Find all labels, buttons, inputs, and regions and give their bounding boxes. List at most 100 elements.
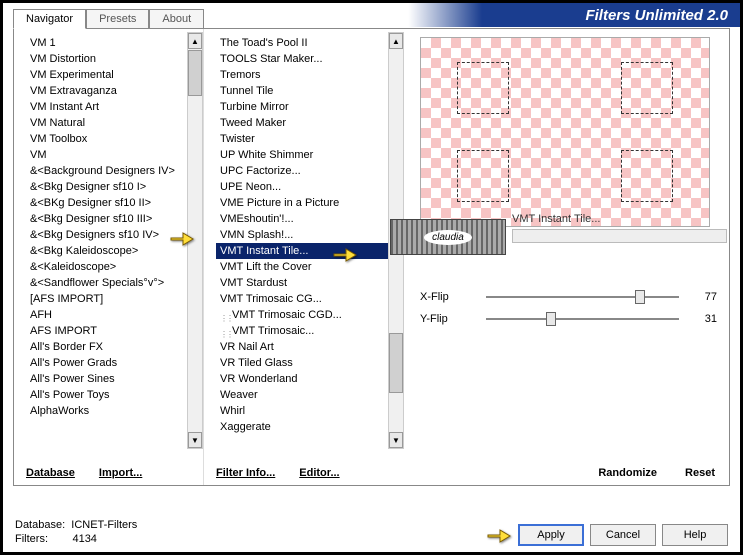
- list-item[interactable]: AFH: [26, 307, 203, 323]
- list-item[interactable]: AFS IMPORT: [26, 323, 203, 339]
- selection-rect: [457, 150, 509, 202]
- pointer-icon: [486, 524, 512, 546]
- list-item[interactable]: VM: [26, 147, 203, 163]
- scroll-up-icon[interactable]: ▲: [389, 33, 403, 49]
- reset-button[interactable]: Reset: [685, 467, 715, 479]
- list-item[interactable]: VMEshoutin'!...: [216, 211, 404, 227]
- list-item[interactable]: VM Extravaganza: [26, 83, 203, 99]
- watermark-text: claudia: [424, 230, 472, 245]
- list-item[interactable]: VM Instant Art: [26, 99, 203, 115]
- slider-track[interactable]: [486, 318, 679, 320]
- category-list[interactable]: VM 1VM DistortionVM ExperimentalVM Extra…: [14, 29, 203, 449]
- apply-button[interactable]: Apply: [518, 524, 584, 546]
- list-item[interactable]: VMT Trimosaic CG...: [216, 291, 404, 307]
- footer-info: Database: ICNET-Filters Filters: 4134: [15, 518, 137, 546]
- slider-value: 31: [689, 313, 717, 325]
- list-item[interactable]: VM Distortion: [26, 51, 203, 67]
- list-item[interactable]: VMT Lift the Cover: [216, 259, 404, 275]
- list-item[interactable]: [AFS IMPORT]: [26, 291, 203, 307]
- preview-area: [420, 37, 710, 227]
- list-item[interactable]: Weaver: [216, 387, 404, 403]
- slider-thumb[interactable]: [635, 290, 645, 304]
- list-item[interactable]: UP White Shimmer: [216, 147, 404, 163]
- list-item[interactable]: Twister: [216, 131, 404, 147]
- current-filter-label: VMT Instant Tile...: [512, 213, 600, 225]
- list-item[interactable]: VMN Splash!...: [216, 227, 404, 243]
- watermark-strip: claudia: [390, 219, 506, 255]
- tab-about[interactable]: About: [149, 9, 204, 28]
- filter-column: The Toad's Pool IITOOLS Star Maker...Tre…: [204, 29, 404, 485]
- list-item[interactable]: Tunnel Tile: [216, 83, 404, 99]
- slider-track[interactable]: [486, 296, 679, 298]
- filters-count-value: 4134: [72, 533, 96, 545]
- list-item[interactable]: UPE Neon...: [216, 179, 404, 195]
- list-item[interactable]: &<Sandflower Specials°v°>: [26, 275, 203, 291]
- category-scrollbar[interactable]: ▲ ▼: [187, 32, 203, 449]
- list-item[interactable]: UPC Factorize...: [216, 163, 404, 179]
- slider-area: X-Flip77 Y-Flip 31: [420, 291, 717, 325]
- import-button[interactable]: Import...: [99, 467, 142, 479]
- slider-row: X-Flip77: [420, 291, 717, 303]
- list-item[interactable]: &<BKg Designer sf10 II>: [26, 195, 203, 211]
- list-item[interactable]: &<Kaleidoscope>: [26, 259, 203, 275]
- list-item[interactable]: VMT Stardust: [216, 275, 404, 291]
- list-item[interactable]: VME Picture in a Picture: [216, 195, 404, 211]
- list-item[interactable]: VM 1: [26, 35, 203, 51]
- footer: Database: ICNET-Filters Filters: 4134 Ap…: [15, 518, 728, 546]
- navigator-panel: VM 1VM DistortionVM ExperimentalVM Extra…: [13, 28, 730, 486]
- editor-button[interactable]: Editor...: [299, 467, 339, 479]
- db-label: Database:: [15, 519, 65, 531]
- selection-rect: [621, 150, 673, 202]
- list-item[interactable]: VMT Instant Tile...: [216, 243, 404, 259]
- scroll-thumb[interactable]: [188, 50, 202, 96]
- drag-icon: [220, 326, 230, 336]
- scroll-thumb[interactable]: [389, 333, 403, 393]
- randomize-button[interactable]: Randomize: [598, 467, 657, 479]
- list-item[interactable]: AlphaWorks: [26, 403, 203, 419]
- list-item[interactable]: &<Background Designers IV>: [26, 163, 203, 179]
- list-item[interactable]: VMT Trimosaic CGD...: [216, 307, 404, 323]
- scroll-down-icon[interactable]: ▼: [188, 432, 202, 448]
- help-button[interactable]: Help: [662, 524, 728, 546]
- tab-strip: Navigator Presets About: [13, 9, 740, 28]
- selection-rect: [621, 62, 673, 114]
- tab-presets[interactable]: Presets: [86, 9, 149, 28]
- list-item[interactable]: Tremors: [216, 67, 404, 83]
- list-item[interactable]: Tweed Maker: [216, 115, 404, 131]
- list-item[interactable]: All's Power Grads: [26, 355, 203, 371]
- tab-navigator[interactable]: Navigator: [13, 9, 86, 29]
- list-item[interactable]: &<Bkg Designers sf10 IV>: [26, 227, 203, 243]
- list-item[interactable]: Whirl: [216, 403, 404, 419]
- list-item[interactable]: VM Toolbox: [26, 131, 203, 147]
- list-item[interactable]: &<Bkg Designer sf10 I>: [26, 179, 203, 195]
- list-item[interactable]: VM Experimental: [26, 67, 203, 83]
- db-value: ICNET-Filters: [71, 519, 137, 531]
- list-item[interactable]: Turbine Mirror: [216, 99, 404, 115]
- slider-value: 77: [689, 291, 717, 303]
- list-item[interactable]: VR Tiled Glass: [216, 355, 404, 371]
- slider-label: Y-Flip: [420, 313, 476, 325]
- filter-list[interactable]: The Toad's Pool IITOOLS Star Maker...Tre…: [204, 29, 404, 449]
- list-item[interactable]: VR Nail Art: [216, 339, 404, 355]
- dialog-buttons: Apply Cancel Help: [486, 524, 728, 546]
- list-item[interactable]: Xaggerate: [216, 419, 404, 435]
- scroll-up-icon[interactable]: ▲: [188, 33, 202, 49]
- filter-info-button[interactable]: Filter Info...: [216, 467, 275, 479]
- database-button[interactable]: Database: [26, 467, 75, 479]
- selection-rect: [457, 62, 509, 114]
- list-item[interactable]: All's Power Toys: [26, 387, 203, 403]
- list-item[interactable]: All's Power Sines: [26, 371, 203, 387]
- list-item[interactable]: &<Bkg Designer sf10 III>: [26, 211, 203, 227]
- slider-thumb[interactable]: [546, 312, 556, 326]
- scroll-down-icon[interactable]: ▼: [389, 432, 403, 448]
- cancel-button[interactable]: Cancel: [590, 524, 656, 546]
- list-item[interactable]: VR Wonderland: [216, 371, 404, 387]
- slider-row: Y-Flip 31: [420, 313, 717, 325]
- list-item[interactable]: The Toad's Pool II: [216, 35, 404, 51]
- list-item[interactable]: VMT Trimosaic...: [216, 323, 404, 339]
- list-item[interactable]: TOOLS Star Maker...: [216, 51, 404, 67]
- list-item[interactable]: VM Natural: [26, 115, 203, 131]
- list-item[interactable]: &<Bkg Kaleidoscope>: [26, 243, 203, 259]
- drag-icon: [220, 310, 230, 320]
- list-item[interactable]: All's Border FX: [26, 339, 203, 355]
